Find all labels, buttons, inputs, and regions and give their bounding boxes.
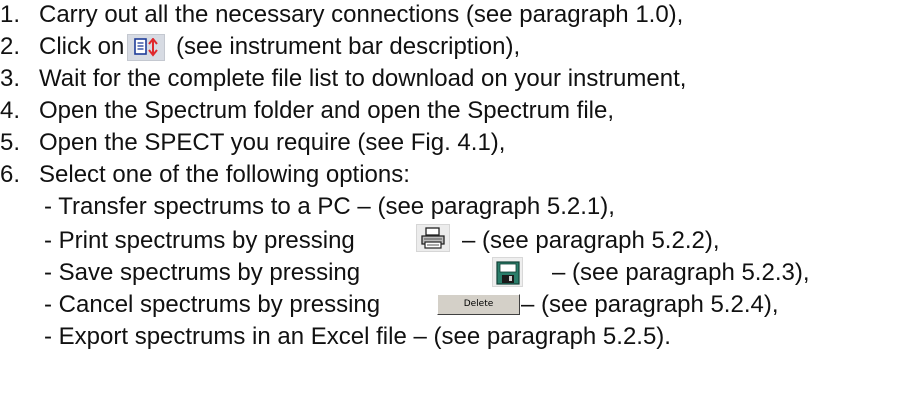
instruction-list: 1. Carry out all the necessary connectio… — [0, 0, 917, 394]
step-number: 6. — [0, 161, 21, 188]
option-text-before-icon: - Save spectrums by pressing — [44, 259, 361, 286]
delete-button[interactable]: Delete — [437, 294, 520, 315]
step-number: 1. — [0, 1, 21, 28]
option-text: - Transfer spectrums to a PC – (see para… — [44, 193, 615, 220]
step-text: Carry out all the necessary connections … — [39, 1, 684, 28]
option-text-after-icon: – (see paragraph 5.2.4), — [521, 291, 779, 318]
option-text-after-icon: – (see paragraph 5.2.2), — [462, 227, 720, 254]
step-number: 2. — [0, 33, 21, 60]
step-text: Select one of the following options: — [39, 161, 410, 188]
option-text-after-icon: – (see paragraph 5.2.3), — [552, 259, 810, 286]
step-number: 5. — [0, 129, 21, 156]
step-text-before-icon: Click on — [39, 33, 125, 60]
step-text-after-icon: (see instrument bar description), — [176, 33, 521, 60]
option-text-before-icon: - Print spectrums by pressing — [44, 227, 355, 254]
step-text: Open the Spectrum folder and open the Sp… — [39, 97, 615, 124]
step-number: 3. — [0, 65, 21, 92]
step-text: Open the SPECT you require (see Fig. 4.1… — [39, 129, 506, 156]
printer-icon[interactable] — [416, 224, 450, 252]
option-text-before-icon: - Cancel spectrums by pressing — [44, 291, 381, 318]
option-text: - Export spectrums in an Excel file – (s… — [44, 323, 671, 350]
step-number: 4. — [0, 97, 21, 124]
floppy-disk-icon[interactable] — [492, 257, 523, 287]
step-text: Wait for the complete file list to downl… — [39, 65, 687, 92]
download-file-list-icon[interactable] — [127, 34, 165, 61]
